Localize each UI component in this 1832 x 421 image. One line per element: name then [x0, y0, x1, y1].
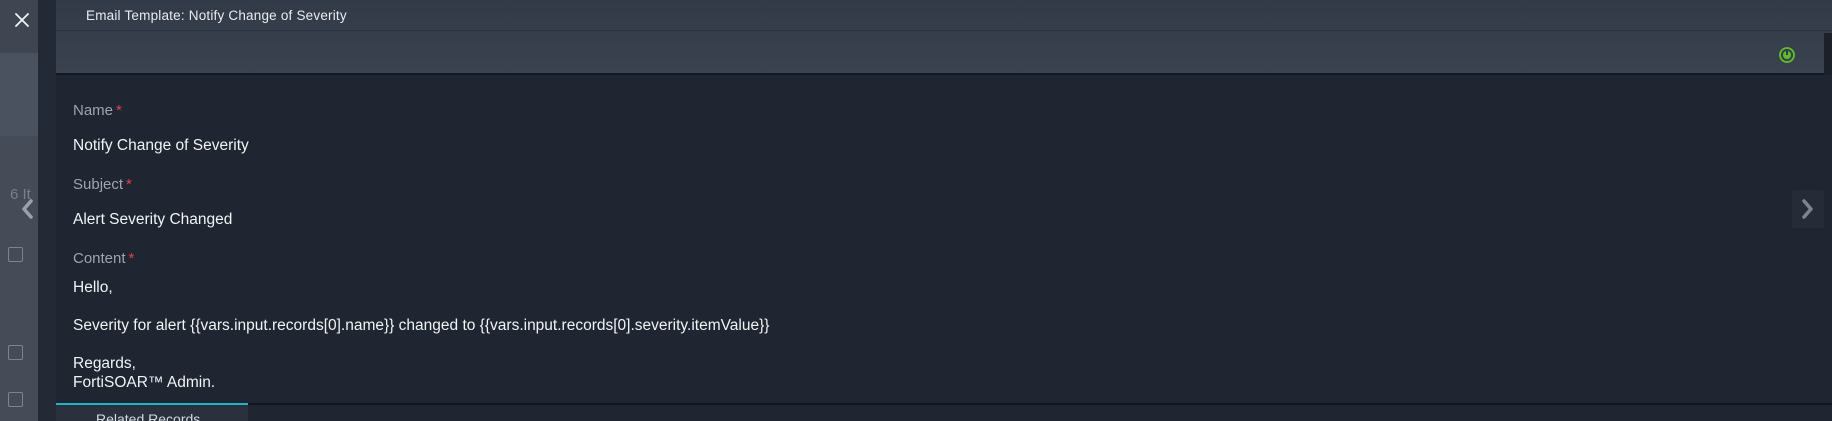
previous-record-button[interactable] [10, 190, 44, 228]
background-checkbox [8, 345, 23, 360]
background-checkbox [8, 247, 23, 262]
panel-title: Email Template: Notify Change of Severit… [86, 8, 347, 23]
header-divider [56, 30, 1832, 31]
required-mark: * [126, 176, 132, 193]
background-page: 6 It [0, 0, 56, 421]
content-line: Regards, [73, 355, 136, 372]
status-icon [1779, 47, 1795, 63]
chevron-right-icon [1802, 199, 1813, 219]
content-line: FortiSOAR™ Admin. [73, 374, 216, 391]
background-band [0, 53, 38, 136]
background-checkbox [8, 392, 23, 407]
background-band [0, 136, 38, 421]
panel-header: Email Template: Notify Change of Severit… [56, 0, 1832, 75]
tab-related-records[interactable]: Related Records [56, 403, 248, 421]
required-mark: * [116, 102, 122, 119]
header-scrollbar[interactable] [1824, 33, 1832, 75]
subject-value: Alert Severity Changed [73, 211, 233, 228]
required-mark: * [128, 250, 135, 267]
content-line: Severity for alert {{vars.input.records[… [73, 317, 770, 334]
subject-label: Subject * [73, 176, 132, 193]
name-value: Notify Change of Severity [73, 137, 249, 154]
tab-label: Related Records [96, 411, 201, 421]
close-icon [15, 13, 29, 27]
name-label: Name * [73, 102, 122, 119]
content-line: Hello, [73, 279, 113, 296]
email-template-panel: Email Template: Notify Change of Severit… [56, 0, 1832, 421]
footer-divider [56, 403, 1832, 405]
chevron-left-icon [22, 199, 33, 219]
next-record-button[interactable] [1792, 190, 1824, 228]
close-button[interactable] [8, 6, 36, 34]
content-label: Content * [73, 250, 135, 267]
